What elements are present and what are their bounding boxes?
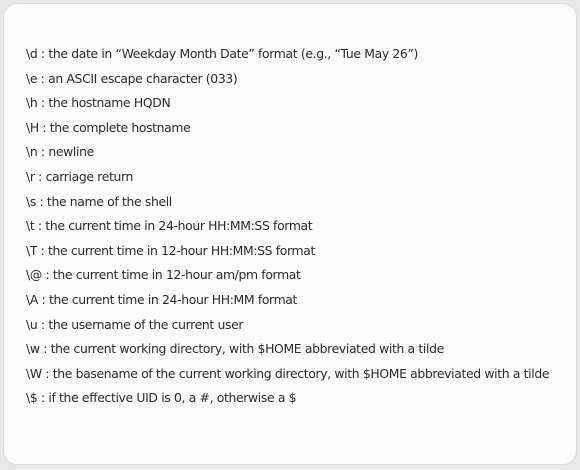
- list-item: \s : the name of the shell: [26, 193, 172, 209]
- list-item: \@ : the current time in 12-hour am/pm f…: [26, 267, 301, 283]
- list-item: \T : the current time in 12-hour HH:MM:S…: [26, 242, 316, 258]
- list-item: \u : the username of the current user: [26, 316, 244, 332]
- list-item: \A : the current time in 24-hour HH:MM f…: [26, 291, 298, 307]
- list-item: \e : an ASCII escape character (033): [26, 70, 238, 86]
- list-item: \n : newline: [26, 144, 94, 160]
- list-item: \H : the complete hostname: [26, 119, 191, 135]
- list-item: \$ : if the effective UID is 0, a #, oth…: [26, 390, 297, 406]
- list-item: \h : the hostname HQDN: [26, 95, 171, 111]
- list-item: \r : carriage return: [26, 168, 134, 184]
- list-item: \d : the date in “Weekday Month Date” fo…: [26, 46, 419, 61]
- escape-sequence-card: \d : the date in “Weekday Month Date” fo…: [3, 3, 577, 465]
- list-item: \w : the current working directory, with…: [26, 341, 444, 357]
- escape-sequence-list: \d : the date in “Weekday Month Date” fo…: [26, 42, 561, 411]
- list-item: \W : the basename of the current working…: [26, 365, 550, 381]
- list-item: \t : the current time in 24-hour HH:MM:S…: [26, 218, 313, 234]
